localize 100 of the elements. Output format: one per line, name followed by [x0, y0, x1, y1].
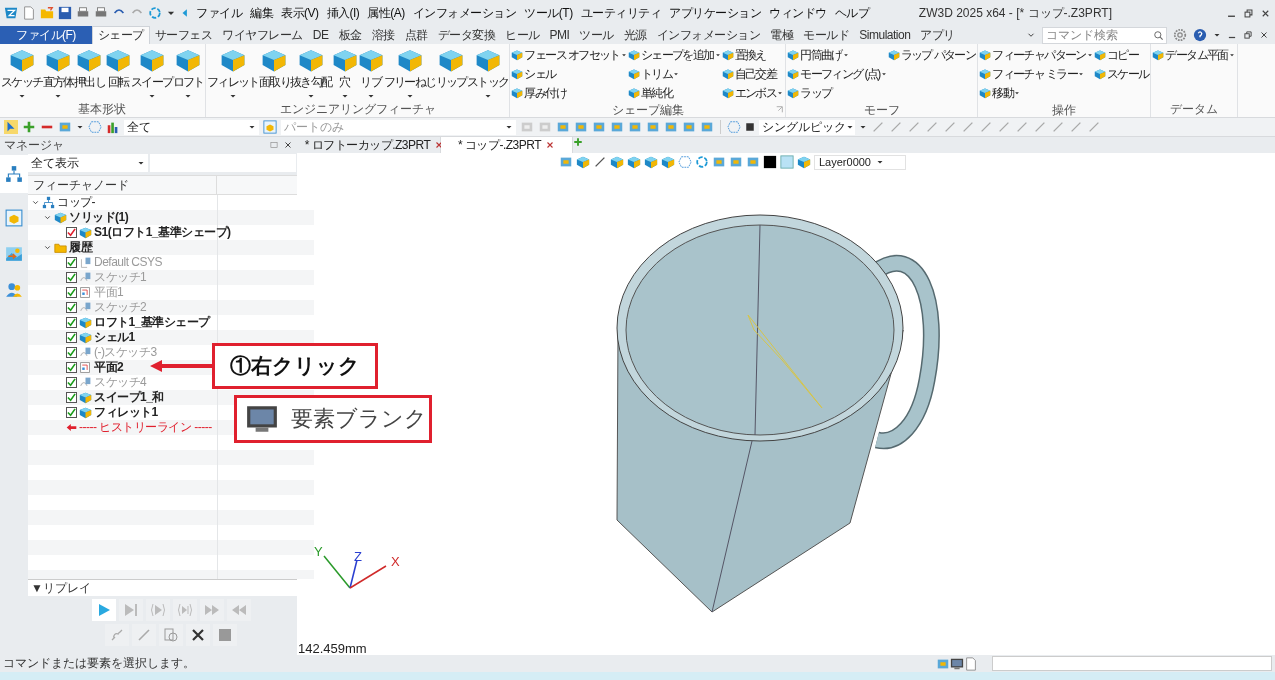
toolbar-icon[interactable]	[556, 120, 570, 134]
ribbon-button[interactable]: エンボス	[721, 84, 784, 102]
sketch-tool-icon[interactable]	[943, 120, 957, 134]
print-preview-icon[interactable]	[94, 6, 108, 20]
ribbon-tab[interactable]: 点群	[399, 26, 433, 44]
ribbon-button[interactable]: スイープ	[131, 46, 173, 100]
ribbon-button[interactable]: 直方体	[42, 46, 74, 100]
ribbon-tab[interactable]: ツール	[574, 26, 619, 44]
ribbon-button[interactable]: 置換え	[721, 46, 784, 64]
ribbon-button[interactable]: 厚み付け	[511, 84, 627, 102]
sketch-tool-icon[interactable]	[997, 120, 1011, 134]
checkbox[interactable]	[66, 362, 77, 373]
document-tab[interactable]: * コップ-.Z3PRT	[441, 137, 573, 153]
ribbon-button[interactable]: データム平面	[1152, 46, 1235, 64]
ribbon-button[interactable]: フィーチャ ミラー	[979, 65, 1093, 83]
open-folder-icon[interactable]	[40, 6, 54, 20]
chevron-icon[interactable]	[42, 213, 52, 222]
ribbon-tab[interactable]: 板金	[333, 26, 367, 44]
ribbon-button[interactable]: モーフィング (点)	[787, 65, 887, 83]
tree-item[interactable]: S1(ロフト1_基準シェープ)	[94, 225, 231, 240]
stop-icon[interactable]	[745, 122, 755, 132]
ribbon-button[interactable]: 単純化	[627, 84, 721, 102]
checkbox[interactable]	[66, 377, 77, 388]
ribbon-tab[interactable]: モールド	[798, 26, 855, 44]
ribbon-tab[interactable]: ワイヤフレーム	[217, 26, 308, 44]
monitor-icon[interactable]	[950, 656, 964, 671]
sketch-tool-icon[interactable]	[979, 120, 993, 134]
ribbon-button[interactable]: スケール	[1093, 65, 1149, 83]
menu-item[interactable]: 表示(V)	[279, 4, 321, 22]
restore-icon[interactable]	[1243, 7, 1254, 19]
sketch-tool-icon[interactable]	[907, 120, 921, 134]
menu-item[interactable]: 属性(A)	[365, 4, 407, 22]
menu-item[interactable]: 挿入(I)	[324, 4, 362, 22]
layer-dropdown[interactable]: Layer0000	[814, 154, 906, 170]
menu-item[interactable]: ユーティリティ	[578, 4, 664, 22]
ribbon-tab[interactable]: 溶接	[366, 26, 400, 44]
pin-icon[interactable]	[269, 140, 279, 150]
sketch-tool-icon[interactable]	[1051, 120, 1065, 134]
toolbar-icon[interactable]	[592, 120, 606, 134]
toolbar-icon[interactable]	[682, 120, 696, 134]
ribbon-button[interactable]: スケッチ	[1, 46, 43, 100]
toolbar-icon[interactable]	[610, 120, 624, 134]
menu-item[interactable]: ツール(T)	[522, 4, 575, 22]
ribbon-button[interactable]: フェース オフセット	[511, 46, 627, 64]
filter-dropdown[interactable]: 全て	[124, 119, 259, 135]
ribbon-tab[interactable]: PMI	[544, 26, 575, 44]
ribbon-tab[interactable]: アプリ	[915, 26, 960, 44]
tree-item[interactable]: フィレット1	[94, 405, 158, 420]
ribbon-tab[interactable]: インフォメーション	[651, 26, 766, 44]
checkbox[interactable]	[66, 407, 77, 418]
ribbon-button[interactable]: フィーチャパターン	[979, 46, 1093, 64]
toolbar-icon[interactable]	[538, 120, 552, 134]
checkbox[interactable]	[66, 347, 77, 358]
sketch-tool-icon[interactable]	[1087, 120, 1101, 134]
filter-bars-icon[interactable]	[106, 120, 120, 134]
toolbar-icon[interactable]	[520, 120, 534, 134]
tree-item[interactable]: 平面2	[94, 360, 124, 375]
caret-icon[interactable]	[76, 123, 84, 131]
tree-item[interactable]: シェル1	[94, 330, 135, 345]
side-tab[interactable]	[0, 155, 28, 193]
close-icon[interactable]	[545, 140, 556, 150]
ribbon-tab[interactable]: データ変換	[432, 26, 500, 44]
checkbox[interactable]	[66, 227, 77, 238]
part-icon[interactable]	[263, 120, 277, 134]
checkbox[interactable]	[66, 272, 77, 283]
close-icon[interactable]	[283, 140, 293, 150]
ribbon-button[interactable]: 面取り	[258, 46, 291, 100]
sketch-tool-icon[interactable]	[1069, 120, 1083, 134]
view-tool-icon[interactable]	[763, 155, 777, 169]
menu-item[interactable]: インフォメーション	[410, 4, 519, 22]
cursor-icon[interactable]	[4, 120, 18, 134]
ribbon-button[interactable]: ストック	[466, 46, 509, 100]
add-tab-icon[interactable]	[573, 137, 583, 147]
ribbon-button[interactable]: シェープを追加	[627, 46, 721, 64]
command-search-field[interactable]: コマンド検索	[1042, 26, 1167, 44]
ribbon-tab[interactable]: シェープ	[91, 26, 150, 44]
menu-item[interactable]: 編集	[248, 4, 275, 22]
ribbon-button[interactable]: 移動	[979, 84, 1093, 102]
toolbar-icon[interactable]	[628, 120, 642, 134]
ribbon-button[interactable]: フィレット	[206, 46, 259, 100]
checkbox[interactable]	[66, 317, 77, 328]
ribbon-button[interactable]: リブ	[357, 46, 384, 100]
help-icon[interactable]	[1193, 28, 1207, 42]
menu-item[interactable]: ウィンドウ	[767, 4, 829, 22]
file-menu-button[interactable]: ファイル(F)	[0, 26, 92, 44]
input-field[interactable]	[992, 656, 1272, 671]
checkbox[interactable]	[66, 257, 77, 268]
view-filter-dropdown[interactable]: 全て表示	[28, 154, 148, 172]
ribbon-button[interactable]: フリーねじ	[383, 46, 436, 100]
view-tool-icon[interactable]	[593, 155, 607, 169]
checkbox[interactable]	[66, 287, 77, 298]
sketch-tool-icon[interactable]	[1015, 120, 1029, 134]
chevron-icon[interactable]	[30, 198, 40, 207]
checkbox[interactable]	[66, 302, 77, 313]
toolbar-icon[interactable]	[664, 120, 678, 134]
chevron-icon[interactable]	[42, 243, 52, 252]
ribbon-tab[interactable]: 光源	[618, 26, 652, 44]
ribbon-button[interactable]: 回転	[105, 46, 131, 100]
close-icon[interactable]	[1259, 30, 1269, 40]
sketch-tool-icon[interactable]	[1033, 120, 1047, 134]
